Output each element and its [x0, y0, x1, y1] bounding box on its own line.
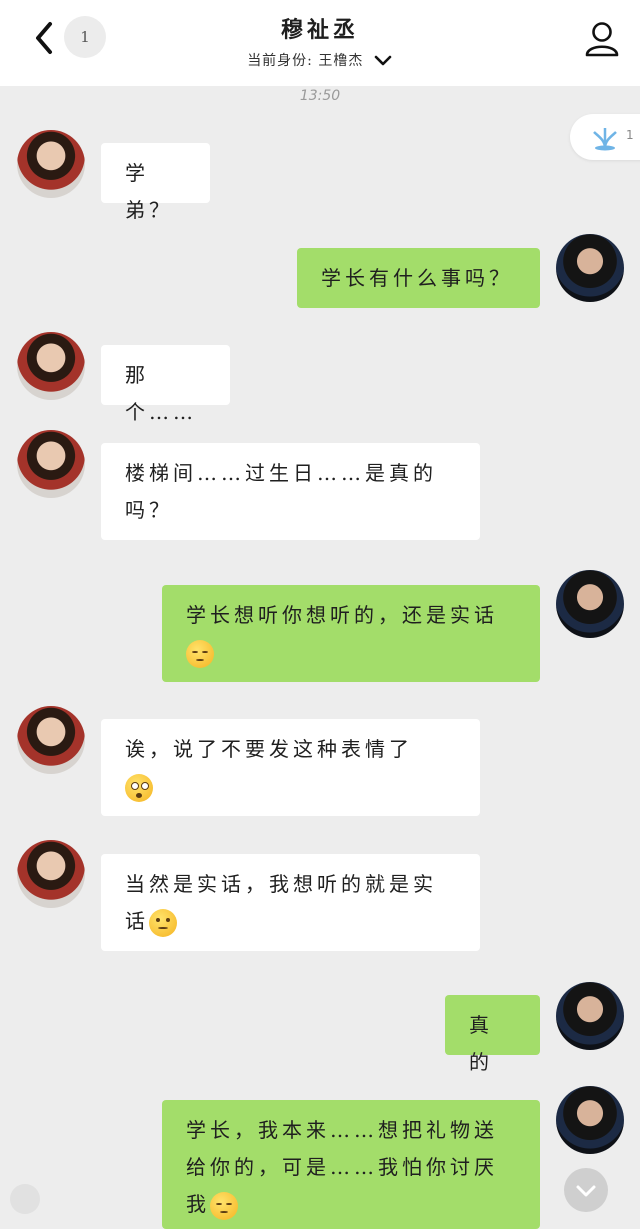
chat-header: 1 穆祉丞 当前身份: 王橹杰 — [0, 0, 640, 86]
message-text: 学弟？ — [125, 161, 173, 222]
pensive-face-emoji — [186, 639, 214, 668]
message-timestamp: 13:50 — [299, 88, 341, 104]
message-text-line3: 我 — [186, 1192, 210, 1216]
chevron-down-icon — [576, 1185, 596, 1197]
message-bubble-outgoing: 真的 — [445, 995, 540, 1074]
message-bubble-incoming: 楼梯间……过生日……是真的 吗？ — [101, 443, 480, 540]
message-text: 学长想听你想听的，还是实话 — [186, 603, 498, 627]
message-text-line2: 吗？ — [125, 498, 173, 522]
identity-label: 当前身份: 王橹杰 — [247, 53, 364, 69]
message-bubble-incoming: 诶，说了不要发这种表情了 — [101, 719, 480, 816]
avatar[interactable] — [556, 1086, 624, 1154]
avatar[interactable] — [556, 982, 624, 1050]
chevron-down-icon — [374, 55, 392, 66]
fountain-icon — [593, 128, 617, 151]
message-text: 楼梯间……过生日……是真的 — [125, 461, 437, 485]
user-profile-icon[interactable] — [584, 20, 620, 58]
avatar[interactable] — [17, 130, 85, 198]
side-pill-count: 1 — [626, 128, 634, 142]
message-bubble-outgoing: 学长有什么事吗？ — [297, 248, 540, 308]
message-bubble-incoming: 当然是实话，我想听的就是实 话 — [101, 854, 480, 951]
avatar[interactable] — [17, 332, 85, 400]
avatar[interactable] — [17, 840, 85, 908]
message-text-line2: 给你的，可是……我怕你讨厌 — [186, 1155, 498, 1179]
message-text-line2: 话 — [125, 909, 149, 933]
avatar[interactable] — [556, 570, 624, 638]
identity-switcher[interactable]: 当前身份: 王橹杰 — [0, 50, 640, 70]
avatar[interactable] — [17, 706, 85, 774]
thinking-face-emoji — [149, 908, 177, 937]
flushed-face-emoji — [125, 773, 153, 802]
message-text: 学长，我本来……想把礼物送 — [186, 1118, 498, 1142]
side-floating-pill[interactable]: 1 — [570, 114, 640, 160]
message-bubble-incoming: 那个…… — [101, 345, 230, 424]
message-bubble-outgoing: 学长想听你想听的，还是实话 — [162, 585, 540, 682]
message-bubble-incoming: 学弟？ — [101, 143, 210, 222]
pensive-face-emoji — [210, 1191, 238, 1220]
message-text: 那个…… — [125, 363, 197, 424]
avatar[interactable] — [17, 430, 85, 498]
message-text: 学长有什么事吗？ — [321, 266, 513, 290]
scroll-down-button[interactable] — [564, 1168, 608, 1212]
chat-title: 穆祉丞 — [280, 17, 359, 43]
watermark-logo — [10, 1184, 40, 1214]
avatar[interactable] — [556, 234, 624, 302]
message-text: 诶，说了不要发这种表情了 — [125, 737, 413, 761]
message-text: 真的 — [469, 1013, 493, 1074]
message-text: 当然是实话，我想听的就是实 — [125, 872, 437, 896]
message-bubble-outgoing: 学长，我本来……想把礼物送 给你的，可是……我怕你讨厌 我 — [162, 1100, 540, 1229]
